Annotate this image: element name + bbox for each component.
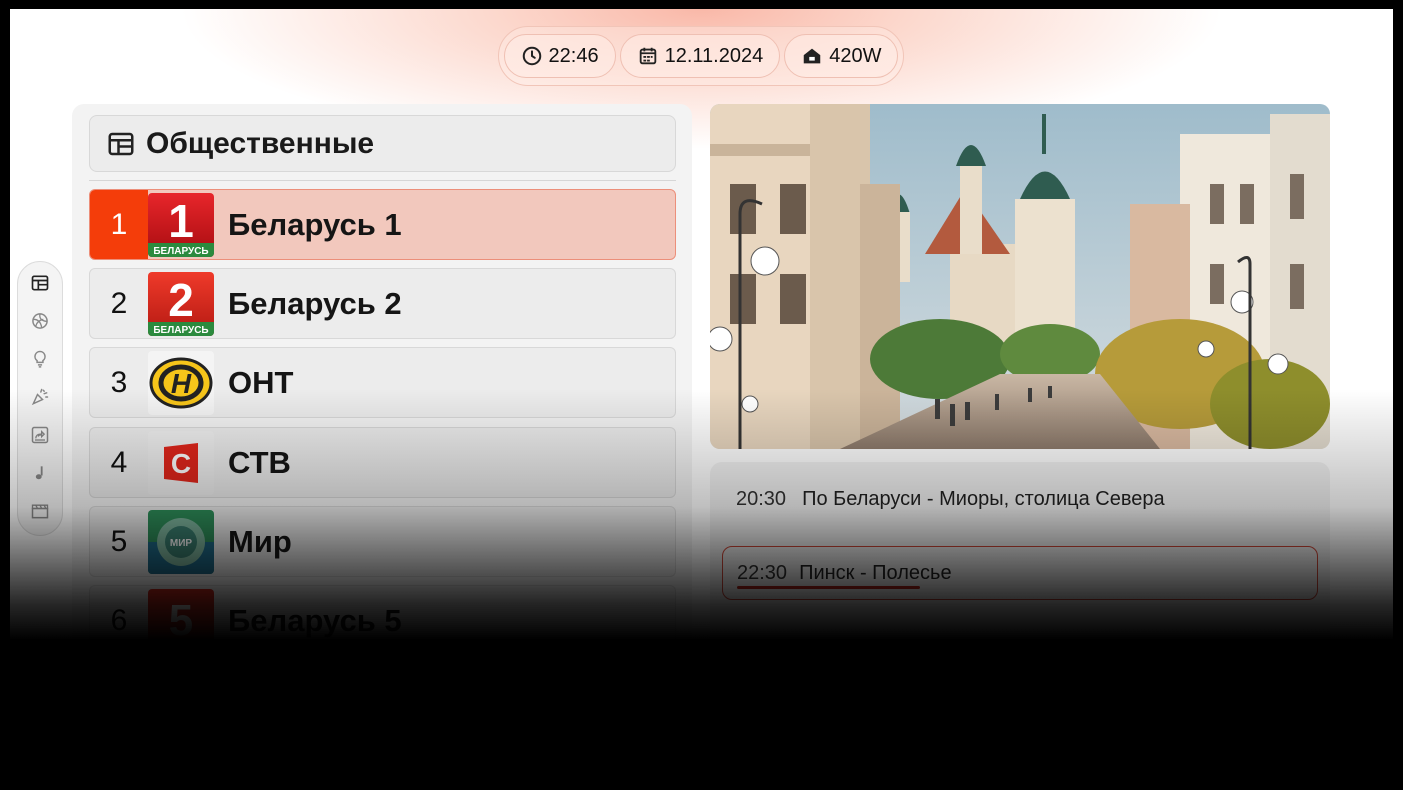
- program-title: Пинск - Полесье: [799, 561, 952, 584]
- channel-name: Беларусь 5: [228, 602, 402, 638]
- time-text: 22:46: [548, 44, 599, 67]
- channel-logo-ont: Н: [148, 350, 214, 415]
- svg-text:1: 1: [168, 195, 194, 247]
- channel-number: 3: [110, 365, 128, 399]
- channel-name: ОНТ: [228, 364, 294, 400]
- category-header[interactable]: Общественные: [89, 115, 676, 172]
- channel-logo-belarus1: 1 БЕЛАРУСЬ: [148, 192, 214, 257]
- tv-screen: 22:46 12.11.2024 420W Общественные 1 1 Б…: [10, 9, 1393, 781]
- date-pill: 12.11.2024: [619, 34, 781, 78]
- status-bar: 22:46 12.11.2024 420W: [498, 26, 904, 86]
- program-time: 20:30: [736, 487, 787, 510]
- program-guide: 20:30 По Беларуси - Миоры, столица Север…: [710, 462, 1330, 781]
- power-text: 420W: [829, 44, 882, 67]
- rail-item-sports[interactable]: [28, 310, 52, 332]
- channel-logo-mir: МИР: [148, 509, 214, 574]
- kids-toy-icon: [31, 426, 49, 444]
- channel-logo-belarus2: 2 БЕЛАРУСЬ: [148, 271, 214, 336]
- channel-row[interactable]: 1 1 БЕЛАРУСЬ Беларусь 1: [89, 189, 676, 260]
- channel-name: СТВ: [228, 444, 291, 480]
- category-rail: [17, 261, 63, 536]
- svg-text:5: 5: [169, 596, 193, 645]
- channel-row[interactable]: 2 2 БЕЛАРУСЬ Беларусь 2: [89, 268, 676, 339]
- date-text: 12.11.2024: [664, 44, 764, 67]
- category-title: Общественные: [146, 126, 375, 160]
- channel-name: Беларусь 1: [228, 206, 402, 242]
- rail-item-lightbulb[interactable]: [28, 348, 52, 370]
- movie-clapper-icon: [31, 504, 49, 519]
- channel-row[interactable]: 6 5 Беларусь 5: [89, 585, 676, 656]
- channel-row[interactable]: 4 С СТВ: [89, 427, 676, 498]
- power-pill: 420W: [784, 34, 899, 78]
- home-power-icon: [803, 48, 821, 64]
- svg-text:МИР: МИР: [170, 538, 193, 549]
- svg-text:С: С: [171, 448, 191, 479]
- rail-item-music[interactable]: [28, 462, 52, 484]
- svg-text:Н: Н: [171, 368, 192, 399]
- channel-number: 5: [110, 524, 128, 558]
- time-pill: 22:46: [503, 34, 616, 78]
- program-title: По Беларуси - Миоры, столица Севера: [802, 487, 1165, 510]
- channel-name: Мир: [228, 523, 292, 559]
- program-progress-bar: [737, 586, 920, 589]
- channel-number: 4: [110, 445, 128, 479]
- channel-name: Беларусь 2: [228, 285, 402, 321]
- program-time: 22:30: [737, 561, 788, 584]
- clock-icon: [522, 46, 541, 66]
- party-popper-icon: [31, 388, 49, 406]
- rail-item-party[interactable]: [28, 386, 52, 408]
- svg-text:БЕЛАРУСЬ: БЕЛАРУСЬ: [153, 325, 208, 336]
- calendar-icon: [639, 47, 656, 65]
- tv-guide-icon: [108, 132, 134, 155]
- rail-item-kids[interactable]: [28, 424, 52, 446]
- lightbulb-icon: [34, 350, 46, 368]
- channel-number: 6: [110, 603, 128, 637]
- svg-text:БЕЛАРУСЬ: БЕЛАРУСЬ: [153, 246, 208, 257]
- channel-row[interactable]: 3 Н ОНТ: [89, 347, 676, 418]
- channel-logo-belarus5: 5: [148, 588, 214, 653]
- program-item-current[interactable]: 22:30 Пинск - Полесье: [722, 546, 1318, 600]
- music-note-icon: [35, 466, 43, 480]
- channel-row[interactable]: 5 МИР Мир: [89, 506, 676, 577]
- tv-guide-icon: [31, 275, 49, 291]
- channel-number: 2: [110, 286, 128, 320]
- sports-ball-icon: [32, 313, 48, 329]
- rail-item-movies[interactable]: [28, 500, 52, 522]
- svg-text:2: 2: [168, 274, 194, 326]
- channel-preview-image: [710, 104, 1330, 449]
- channel-number: 1: [90, 190, 148, 259]
- divider: [89, 180, 676, 181]
- program-item[interactable]: 20:30 По Беларуси - Миоры, столица Север…: [722, 472, 1318, 526]
- rail-item-tv-guide[interactable]: [28, 272, 52, 294]
- channel-logo-ctv: С: [148, 430, 214, 495]
- channel-list-panel: Общественные 1 1 БЕЛАРУСЬ Беларусь 1 2 2…: [72, 104, 692, 781]
